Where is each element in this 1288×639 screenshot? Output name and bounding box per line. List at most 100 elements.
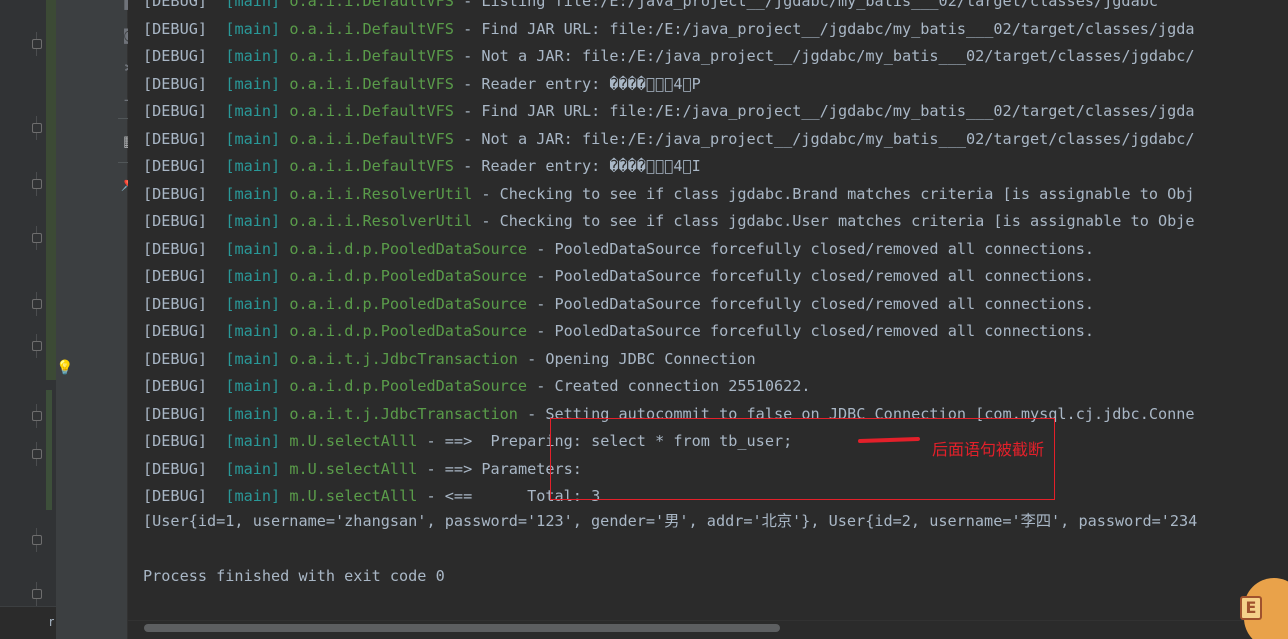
log-level: [DEBUG] [143,377,208,395]
log-level: [DEBUG] [143,487,208,505]
log-message: - Created connection 25510622. [527,377,811,395]
fold-icon[interactable] [31,334,43,358]
log-level: [DEBUG] [143,0,208,10]
log-message: - Not a JAR: file:/E:/java_project__/jgd… [453,47,1195,65]
lightbulb-icon[interactable]: 💡 [56,360,73,378]
log-level: [DEBUG] [143,157,208,175]
log-line: [DEBUG] [main] o.a.i.i.DefaultVFS - Read… [143,74,701,94]
log-logger: o.a.i.i.DefaultVFS [289,102,454,120]
log-thread: [main] [225,157,281,175]
log-logger: o.a.i.d.p.PooledDataSource [289,294,528,313]
log-logger: o.a.i.d.p.PooledDataSource [289,267,528,285]
change-marker [46,0,56,380]
log-line: [DEBUG] [main] o.a.i.i.ResolverUtil - Ch… [143,211,1195,231]
log-level: [DEBUG] [143,129,208,148]
fold-icon[interactable] [31,582,43,606]
gutter-footer-label: r [49,615,54,629]
log-line: [DEBUG] [main] o.a.i.d.p.PooledDataSourc… [143,321,1094,341]
log-thread: [main] [225,239,281,258]
log-logger: o.a.i.d.p.PooledDataSource [289,322,528,340]
log-thread: [main] [225,0,281,10]
change-marker [46,390,52,510]
fold-icon[interactable] [31,442,43,466]
log-message: - Checking to see if class jgdabc.User m… [472,212,1195,230]
log-level: [DEBUG] [143,47,208,65]
log-line: [DEBUG] [main] o.a.i.i.DefaultVFS - Not … [143,129,1195,149]
editor-gutter: r [0,0,56,639]
log-message: - Reader entry: ����   4 P [453,74,701,93]
log-logger: o.a.i.i.ResolverUtil [289,212,473,230]
log-line: [DEBUG] [main] o.a.i.i.DefaultVFS - Not … [143,46,1195,66]
log-level: [DEBUG] [143,184,208,203]
log-message: - Find JAR URL: file:/E:/java_project__/… [453,102,1195,120]
log-logger: o.a.i.i.ResolverUtil [289,184,473,203]
console-toolbar: ■ ⚙ ◙ ⇊ ✲ ⎙ ⇥ 🗑 ▦ 📌 [56,0,178,639]
log-thread: [main] [225,184,281,203]
log-message: - Listing file:/E:/java_project__/jgdabc… [453,0,1158,10]
log-thread: [main] [225,267,281,285]
log-thread: [main] [225,47,281,65]
log-thread: [main] [225,459,281,478]
log-level: [DEBUG] [143,432,208,450]
log-message: - PooledDataSource forcefully closed/rem… [527,267,1094,285]
log-line: [DEBUG] [main] o.a.i.i.DefaultVFS - List… [143,0,1158,11]
log-message: - PooledDataSource forcefully closed/rem… [527,239,1094,258]
log-thread: [main] [225,74,281,93]
log-logger: o.a.i.t.j.JdbcTransaction [289,404,518,423]
log-level: [DEBUG] [143,19,208,38]
log-line: [DEBUG] [main] m.U.selectAlll - ==> Para… [143,459,591,479]
log-line: [DEBUG] [main] o.a.i.d.p.PooledDataSourc… [143,266,1094,286]
fold-icon[interactable] [31,116,43,140]
log-logger: o.a.i.i.DefaultVFS [289,47,454,65]
log-thread: [main] [225,432,281,450]
log-logger: m.U.selectAlll [289,459,418,478]
log-level: [DEBUG] [143,349,208,368]
log-message: - Checking to see if class jgdabc.Brand … [472,184,1195,203]
mascot-icon[interactable]: E [1236,574,1288,639]
log-level: [DEBUG] [143,239,208,258]
fold-icon[interactable] [31,292,43,316]
log-level: [DEBUG] [143,294,208,313]
log-line: [DEBUG] [main] o.a.i.i.ResolverUtil - Ch… [143,184,1195,204]
log-level: [DEBUG] [143,459,208,478]
console-output[interactable]: [User{id=1, username='zhangsan', passwor… [128,0,1288,639]
fold-icon[interactable] [31,226,43,250]
log-thread: [main] [225,212,281,230]
log-thread: [main] [225,294,281,313]
log-line: [DEBUG] [main] o.a.i.d.p.PooledDataSourc… [143,376,811,396]
log-message: - Reader entry: ����   4 I [453,157,701,175]
log-logger: m.U.selectAlll [289,432,418,450]
log-logger: o.a.i.t.j.JdbcTransaction [289,349,518,368]
result-output-line: [User{id=1, username='zhangsan', passwor… [143,512,1198,530]
log-level: [DEBUG] [143,404,208,423]
log-level: [DEBUG] [143,102,208,120]
log-thread: [main] [225,19,281,38]
log-logger: m.U.selectAlll [289,487,418,505]
annotation-text: 后面语句被截断 [932,440,1045,459]
fold-icon[interactable] [31,404,43,428]
log-thread: [main] [225,102,281,120]
log-message: - Opening JDBC Connection [517,349,756,368]
gutter-footer: r [0,606,56,639]
log-line: [DEBUG] [main] m.U.selectAlll - <== Tota… [143,486,600,506]
fold-icon[interactable] [31,32,43,56]
log-logger: o.a.i.d.p.PooledDataSource [289,239,528,258]
log-line: [DEBUG] [main] o.a.i.t.j.JdbcTransaction… [143,349,756,369]
log-line: [DEBUG] [main] o.a.i.i.DefaultVFS - Find… [143,19,1195,39]
process-exit-line: Process finished with exit code 0 [143,567,445,585]
fold-icon[interactable] [31,528,43,552]
log-message: - PooledDataSource forcefully closed/rem… [527,294,1094,313]
log-logger: o.a.i.i.DefaultVFS [289,0,454,10]
log-message: - PooledDataSource forcefully closed/rem… [527,322,1094,340]
log-logger: o.a.i.d.p.PooledDataSource [289,377,528,395]
log-level: [DEBUG] [143,322,208,340]
log-level: [DEBUG] [143,212,208,230]
log-logger: o.a.i.i.DefaultVFS [289,129,454,148]
log-thread: [main] [225,129,281,148]
log-message: - Find JAR URL: file:/E:/java_project__/… [453,19,1195,38]
log-thread: [main] [225,404,281,423]
log-thread: [main] [225,487,281,505]
horizontal-scrollbar-thumb[interactable] [144,624,780,632]
fold-icon[interactable] [31,172,43,196]
log-logger: o.a.i.i.DefaultVFS [289,157,454,175]
